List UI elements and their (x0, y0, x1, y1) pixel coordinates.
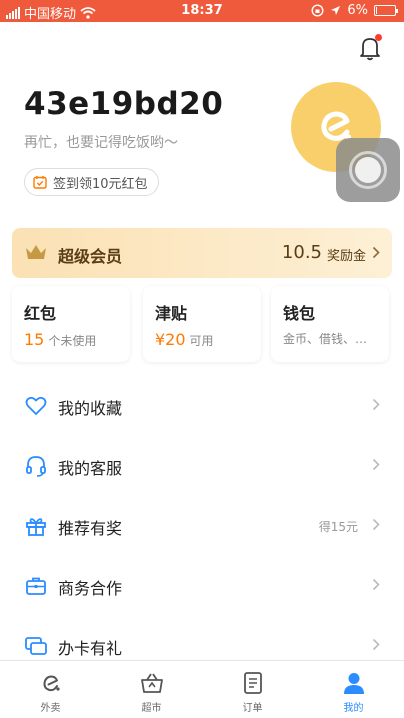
tab-label: 外卖 (40, 703, 61, 714)
location-icon (331, 6, 341, 15)
tab-mine[interactable]: 我的 (303, 661, 404, 718)
menu-item-label: 我的客服 (58, 459, 123, 478)
card-suffix: 个未使用 (48, 334, 97, 348)
menu-item-referral[interactable]: 推荐有奖 得15元 (0, 496, 404, 556)
allowance-card[interactable]: 津贴 ¥20 可用 (143, 286, 261, 362)
card-subtitle: ¥20 可用 (155, 330, 214, 349)
menu-item-label: 办卡有礼 (58, 639, 123, 658)
wallet-card[interactable]: 钱包 金币、借钱、… (271, 286, 389, 362)
chevron-right-icon (372, 458, 380, 471)
card-title: 津贴 (155, 304, 188, 323)
vip-title: 超级会员 (58, 247, 123, 266)
status-bar: 中国移动 18:37 6% (0, 0, 404, 22)
chevron-right-icon (372, 638, 380, 651)
notification-badge (375, 34, 382, 41)
tab-label: 超市 (141, 703, 162, 714)
card-subtitle: 15 个未使用 (24, 330, 96, 349)
battery-percent: 6% (347, 3, 368, 18)
card-suffix: 金币、借钱、… (283, 332, 368, 346)
assistive-touch-button[interactable] (336, 138, 400, 202)
eleme-icon (43, 675, 60, 692)
briefcase-icon (26, 577, 46, 595)
heart-icon (25, 396, 47, 415)
gift-icon (26, 518, 46, 536)
vip-reward-amount: 10.5 (281, 242, 322, 263)
calendar-check-icon (33, 176, 47, 189)
crown-icon (26, 245, 46, 259)
assistive-touch-core (355, 157, 381, 183)
menu-item-reward: 得15元 (318, 520, 358, 534)
card-number: 15 (24, 330, 45, 349)
chevron-right-icon (372, 398, 380, 411)
bottom-tab-bar: 外卖 超市 订单 我的 (0, 660, 404, 718)
basket-icon (141, 673, 163, 693)
chevron-right-icon (372, 246, 380, 259)
vip-reward-unit: 奖励金 (326, 249, 366, 264)
card-title: 红包 (24, 304, 57, 323)
card-title: 钱包 (283, 304, 316, 323)
chevron-right-icon (372, 518, 380, 531)
username: 43e19bd20 (24, 86, 224, 122)
menu-item-business[interactable]: 商务合作 (0, 556, 404, 616)
redpacket-card[interactable]: 红包 15 个未使用 (12, 286, 130, 362)
checkin-button[interactable]: 签到领10元红包 (24, 168, 159, 196)
menu-item-label: 我的收藏 (58, 399, 123, 418)
tab-orders[interactable]: 订单 (202, 661, 303, 718)
notification-bell-button[interactable] (356, 34, 384, 62)
asset-cards: 红包 15 个未使用 津贴 ¥20 可用 钱包 金币、借钱、… (0, 286, 404, 362)
super-vip-banner[interactable]: 超级会员 10.5 奖励金 (12, 228, 392, 278)
assistive-touch-ring (349, 151, 387, 189)
card-number: ¥20 (155, 330, 186, 349)
card-subtitle: 金币、借钱、… (283, 330, 367, 347)
menu-item-customer-service[interactable]: 我的客服 (0, 436, 404, 496)
orientation-lock-icon (311, 4, 324, 17)
profile-subtitle: 再忙，也要记得吃饭哟～ (24, 135, 178, 151)
battery-icon (374, 5, 398, 16)
order-icon (244, 672, 262, 694)
menu-item-favorites[interactable]: 我的收藏 (0, 376, 404, 436)
headset-icon (26, 456, 46, 477)
tab-supermarket[interactable]: 超市 (101, 661, 202, 718)
card-suffix: 可用 (189, 334, 214, 348)
tab-takeout[interactable]: 外卖 (0, 661, 101, 718)
cards-icon (25, 637, 47, 655)
person-icon (344, 673, 364, 694)
checkin-label: 签到领10元红包 (53, 176, 148, 192)
menu-item-label: 推荐有奖 (58, 519, 123, 538)
tab-label: 订单 (242, 703, 263, 714)
tab-label: 我的 (343, 703, 364, 714)
chevron-right-icon (372, 578, 380, 591)
menu-item-label: 商务合作 (58, 579, 123, 598)
